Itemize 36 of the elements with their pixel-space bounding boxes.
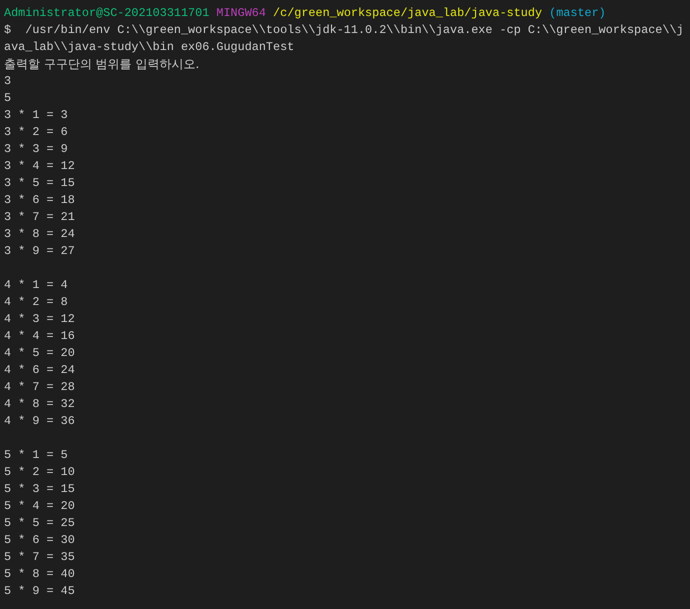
output-line: 4 * 9 = 36: [4, 413, 75, 430]
path-label: /c/green_workspace/java_lab/java-study: [273, 5, 542, 22]
output-line: 5 * 2 = 10: [4, 464, 75, 481]
output-line: 3 * 9 = 27: [4, 243, 75, 260]
output-line: 출력할 구구단의 범위를 입력하시오.: [4, 56, 200, 73]
output-line: 4 * 8 = 32: [4, 396, 75, 413]
output-line: 5 * 5 = 25: [4, 515, 75, 532]
output-line: 5 * 6 = 30: [4, 532, 75, 549]
output-line: 3 * 3 = 9: [4, 141, 68, 158]
branch-label: (master): [549, 5, 606, 22]
output-line: 4 * 4 = 16: [4, 328, 75, 345]
command-line: $ /usr/bin/env C:\\green_workspace\\tools\\jdk-11.0.2\\bin\\java.exe -cp C:\\green_workspace\\j: [4, 22, 684, 39]
output-line: 4 * 1 = 4: [4, 277, 68, 294]
output-line: 3 * 1 = 3: [4, 107, 68, 124]
output-line: 3: [4, 73, 12, 90]
output-line: 3 * 5 = 15: [4, 175, 75, 192]
output-line: 5 * 1 = 5: [4, 447, 68, 464]
output-line: 3 * 6 = 18: [4, 192, 75, 209]
output-line: 4 * 6 = 24: [4, 362, 75, 379]
output-line: 4 * 3 = 12: [4, 311, 75, 328]
output-line: 5: [4, 90, 12, 107]
output-line: 3 * 8 = 24: [4, 226, 75, 243]
output-line: 5 * 3 = 15: [4, 481, 75, 498]
user-host-label: Administrator@SC-202103311701: [4, 5, 210, 22]
output-line: 5 * 7 = 35: [4, 549, 75, 566]
output-line: 5 * 4 = 20: [4, 498, 75, 515]
output-line: 3 * 2 = 6: [4, 124, 68, 141]
output-line: 3 * 4 = 12: [4, 158, 75, 175]
output-line: 4 * 7 = 28: [4, 379, 75, 396]
output-line: 3 * 7 = 21: [4, 209, 75, 226]
output-line: 5 * 9 = 45: [4, 583, 75, 600]
output-line: 4 * 5 = 20: [4, 345, 75, 362]
command-line: ava_lab\\java-study\\bin ex06.GugudanTest: [4, 39, 294, 56]
output-line: 5 * 8 = 40: [4, 566, 75, 583]
output-line: 4 * 2 = 8: [4, 294, 68, 311]
system-label: MINGW64: [216, 5, 266, 22]
